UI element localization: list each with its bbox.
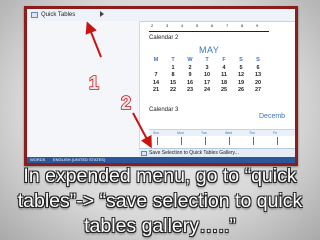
day-number: 6: [211, 23, 214, 28]
calendar-week-row: 21 22 23 24 25 26 27: [149, 87, 269, 95]
caption-line-3: tables gallery…..”: [84, 215, 236, 237]
day-number: 5: [196, 23, 199, 28]
save-selection-label: Save Selection to Quick Tables Gallery..…: [149, 150, 239, 156]
calendar-2-label[interactable]: Calendar 2: [149, 35, 178, 41]
month-title: MAY: [199, 45, 220, 55]
date-cell: 14: [152, 79, 160, 86]
date-cell: 12: [237, 72, 245, 78]
date-cell: 20: [254, 79, 262, 86]
date-cell: 26: [237, 87, 245, 93]
column-marker: [157, 137, 158, 145]
date-cell: 7: [154, 72, 158, 78]
calendar-week-row: 7 8 9 10 11 12 13: [149, 72, 269, 80]
word-screenshot: Quick Tables 2 3 4 5 6 7 8 9 Calendar 2 …: [27, 9, 295, 163]
calendar-previews: 2 3 4 5 6 7 8 9 Calendar 2 MAY M T W T F…: [145, 21, 295, 151]
date-cell: 11: [221, 72, 227, 78]
table-icon: [31, 12, 38, 18]
date-cell: 1: [171, 64, 175, 71]
date-cell: 27: [254, 87, 262, 93]
quick-tables-menu-item[interactable]: Quick Tables: [31, 10, 75, 20]
quick-tables-label: Quick Tables: [41, 12, 76, 18]
week-columns: [149, 136, 295, 148]
date-cell: 21: [152, 87, 160, 93]
column-marker: [253, 137, 254, 145]
day-number: 7: [226, 23, 229, 28]
date-cell: 15: [169, 79, 177, 86]
step-1-marker: 1: [88, 72, 100, 94]
column-marker: [277, 137, 278, 145]
weekday-header: S: [256, 57, 260, 63]
save-table-icon: [141, 151, 147, 156]
slide-caption: In expended menu, go to “quick tables”->…: [0, 164, 320, 239]
date-cell: 13: [254, 72, 262, 78]
date-cell: 5: [239, 64, 243, 71]
date-cell: 17: [203, 79, 211, 86]
day-number: 3: [166, 23, 169, 28]
day-number: 2: [151, 23, 154, 28]
weekday-header: T: [171, 57, 175, 63]
days-strip: 2 3 4 5 6 7 8 9: [149, 23, 269, 32]
date-cell: 9: [188, 72, 192, 78]
date-cell: 10: [203, 72, 211, 78]
status-words: WORDS: [30, 157, 46, 162]
date-cell: 6: [256, 64, 260, 71]
date-cell: 4: [222, 64, 226, 71]
weekday-header: M: [153, 57, 159, 63]
step-2-marker: 2: [120, 92, 132, 114]
day-number: 9: [256, 23, 259, 28]
date-cell: 22: [169, 87, 177, 93]
day-number: 4: [181, 23, 184, 28]
calendar-week-row: 14 15 16 17 18 19 20: [149, 80, 269, 88]
status-language[interactable]: ENGLISH (UNITED STATES): [53, 157, 105, 163]
weekday-header: T: [205, 57, 209, 63]
weekday-header: F: [222, 57, 226, 63]
weekday-header: W: [187, 57, 193, 63]
date-cell: 23: [186, 87, 194, 93]
date-cell: 24: [203, 87, 211, 93]
column-marker: [229, 137, 230, 145]
date-cell: 25: [220, 87, 228, 93]
day-number: 8: [241, 23, 244, 28]
calendar-3-label[interactable]: Calendar 3: [149, 107, 178, 113]
submenu-arrow-icon: [100, 11, 104, 17]
screenshot-frame: Quick Tables 2 3 4 5 6 7 8 9 Calendar 2 …: [24, 6, 298, 166]
date-cell: 19: [237, 79, 245, 86]
calendar-week-row: 1 2 3 4 5 6: [149, 65, 269, 73]
column-marker: [181, 137, 182, 145]
may-calendar-grid[interactable]: M T W T F S S 1 2 3 4 5 6 7 8 9 10 11 12…: [149, 57, 269, 95]
date-cell: 18: [220, 79, 228, 86]
caption-line-1: In expended menu, go to “quick: [23, 165, 297, 187]
december-heading: Decemb: [259, 113, 286, 120]
weekday-header: S: [239, 57, 243, 63]
status-bar: WORDS ENGLISH (UNITED STATES): [27, 157, 295, 163]
save-selection-to-gallery-item[interactable]: Save Selection to Quick Tables Gallery..…: [139, 148, 295, 157]
quick-tables-gallery-pane: [27, 21, 140, 157]
date-cell: 3: [205, 64, 209, 71]
date-cell: 16: [186, 79, 194, 86]
caption-line-2: tables”-> “save selection to quick: [17, 190, 303, 212]
week-header-bar: Sun Mon Tue Wed Thu Fri: [149, 129, 295, 136]
weekday-header-row: M T W T F S S: [149, 57, 269, 65]
date-cell: 8: [171, 72, 175, 78]
date-cell: 2: [188, 64, 192, 71]
column-marker: [205, 137, 206, 145]
